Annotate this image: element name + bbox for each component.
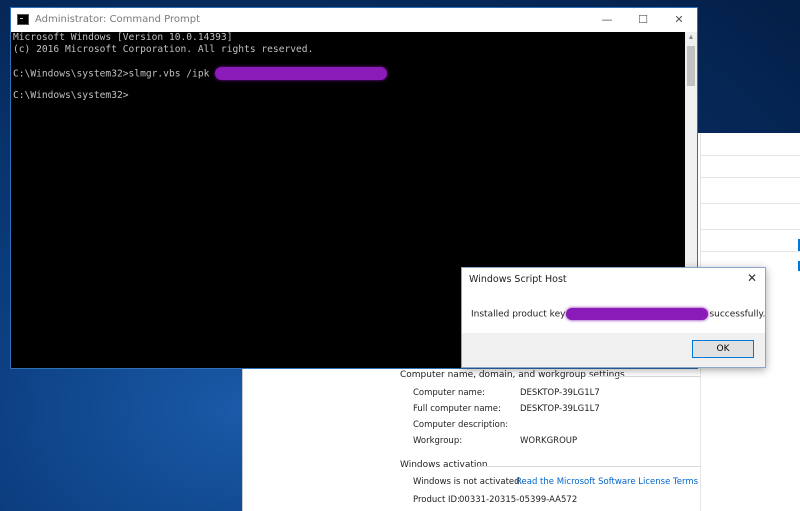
activation-section-title: Windows activation: [400, 460, 488, 470]
console-prompt: C:\Windows\system32>: [13, 90, 129, 102]
dialog-close-icon[interactable]: ✕: [747, 271, 757, 285]
cmd-window-title: Administrator: Command Prompt: [35, 14, 200, 25]
close-button[interactable]: ✕: [661, 8, 697, 32]
activation-status: Windows is not activated.: [413, 477, 523, 487]
scroll-up-arrow-icon[interactable]: ▲: [685, 32, 697, 44]
dialog-message: Installed product key successfully.: [471, 308, 765, 320]
redacted-product-key: [215, 67, 388, 81]
dialog-titlebar[interactable]: Windows Script Host ✕: [462, 268, 765, 292]
computer-name-value: DESKTOP-39LG1L7: [520, 388, 600, 398]
console-command: C:\Windows\system32>slmgr.vbs /ipk: [13, 68, 216, 80]
full-computer-name-label: Full computer name:: [413, 404, 501, 414]
computer-section-title: Computer name, domain, and workgroup set…: [400, 370, 625, 380]
minimize-button[interactable]: —: [589, 8, 625, 32]
message-suffix: successfully.: [709, 309, 766, 320]
console-line: Microsoft Windows [Version 10.0.14393]: [13, 32, 233, 43]
product-id-label: Product ID:: [413, 495, 460, 505]
computer-description-label: Computer description:: [413, 420, 509, 430]
ok-button[interactable]: OK: [692, 340, 754, 358]
redacted-product-key: [566, 308, 709, 320]
scrollbar-thumb[interactable]: [687, 46, 695, 86]
script-host-dialog[interactable]: Windows Script Host ✕ Installed product …: [461, 267, 766, 368]
full-computer-name-value: DESKTOP-39LG1L7: [520, 404, 600, 414]
workgroup-label: Workgroup:: [413, 436, 463, 446]
console-line: (c) 2016 Microsoft Corporation. All righ…: [13, 43, 314, 55]
computer-name-label: Computer name:: [413, 388, 485, 398]
workgroup-value: WORKGROUP: [520, 436, 578, 446]
dialog-footer: OK: [462, 333, 765, 367]
console-line: C:\Windows\system32>slmgr.vbs /ipk: [13, 67, 683, 81]
cmd-app-icon: [17, 14, 29, 25]
message-prefix: Installed product key: [471, 309, 566, 320]
license-terms-link[interactable]: Read the Microsoft Software License Term…: [516, 477, 698, 487]
dialog-title: Windows Script Host: [469, 274, 567, 285]
product-id-value: 00331-20315-05399-AA572: [459, 495, 578, 505]
maximize-button[interactable]: ☐: [625, 8, 661, 32]
cmd-titlebar[interactable]: Administrator: Command Prompt — ☐ ✕: [11, 8, 697, 32]
